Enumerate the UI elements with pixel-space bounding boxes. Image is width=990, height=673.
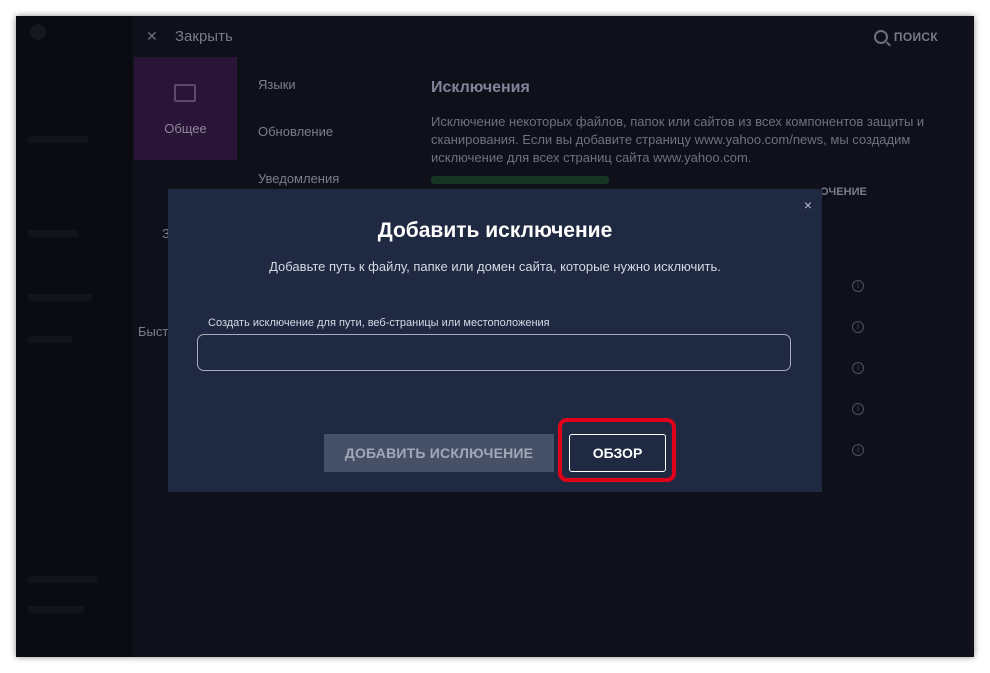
- app-window: ✕ Закрыть ПОИСК Общее Языки Обновление У…: [16, 16, 974, 657]
- nav-item-notifications[interactable]: Уведомления: [258, 171, 339, 186]
- close-icon[interactable]: ✕: [146, 28, 158, 45]
- column-header: ОЧЕНИЕ: [820, 186, 867, 198]
- info-icon[interactable]: i: [852, 280, 864, 292]
- sidebar-placeholder: [28, 576, 98, 583]
- sidebar-placeholder: [28, 136, 88, 143]
- logo-icon: [30, 24, 46, 40]
- sidebar-placeholder: [28, 606, 84, 613]
- partial-label: Быст: [138, 324, 169, 339]
- window-icon: [174, 84, 196, 102]
- nav-item-updates[interactable]: Обновление: [258, 124, 333, 139]
- path-field-label: Создать исключение для пути, веб-страниц…: [208, 317, 550, 329]
- info-icon[interactable]: i: [852, 403, 864, 415]
- nav-item-languages[interactable]: Языки: [258, 77, 296, 92]
- search-button[interactable]: ПОИСК: [873, 30, 938, 44]
- app-sidebar: [16, 16, 132, 657]
- category-tile-general[interactable]: Общее: [134, 57, 237, 160]
- dialog-close-icon[interactable]: ×: [804, 197, 812, 213]
- add-exception-button[interactable]: ДОБАВИТЬ ИСКЛЮЧЕНИЕ: [324, 434, 554, 472]
- sidebar-placeholder: [28, 294, 92, 301]
- category-tile-label: Общее: [164, 121, 207, 136]
- search-label: ПОИСК: [893, 30, 938, 44]
- add-exception-button-background[interactable]: [431, 176, 609, 184]
- sidebar-placeholder: [28, 336, 72, 343]
- info-icon[interactable]: i: [852, 321, 864, 333]
- add-exception-dialog: × Добавить исключение Добавьте путь к фа…: [168, 189, 822, 492]
- path-input[interactable]: [197, 334, 791, 371]
- info-icon[interactable]: i: [852, 444, 864, 456]
- section-heading: Исключения: [431, 79, 530, 96]
- sidebar-placeholder: [28, 230, 78, 237]
- search-icon: [873, 30, 888, 44]
- info-icon[interactable]: i: [852, 362, 864, 374]
- dialog-description: Добавьте путь к файлу, папке или домен с…: [269, 259, 721, 274]
- close-settings-link[interactable]: Закрыть: [175, 28, 233, 45]
- section-description: Исключение некоторых файлов, папок или с…: [431, 114, 925, 165]
- annotation-highlight: [558, 418, 676, 482]
- dialog-title: Добавить исключение: [377, 219, 613, 242]
